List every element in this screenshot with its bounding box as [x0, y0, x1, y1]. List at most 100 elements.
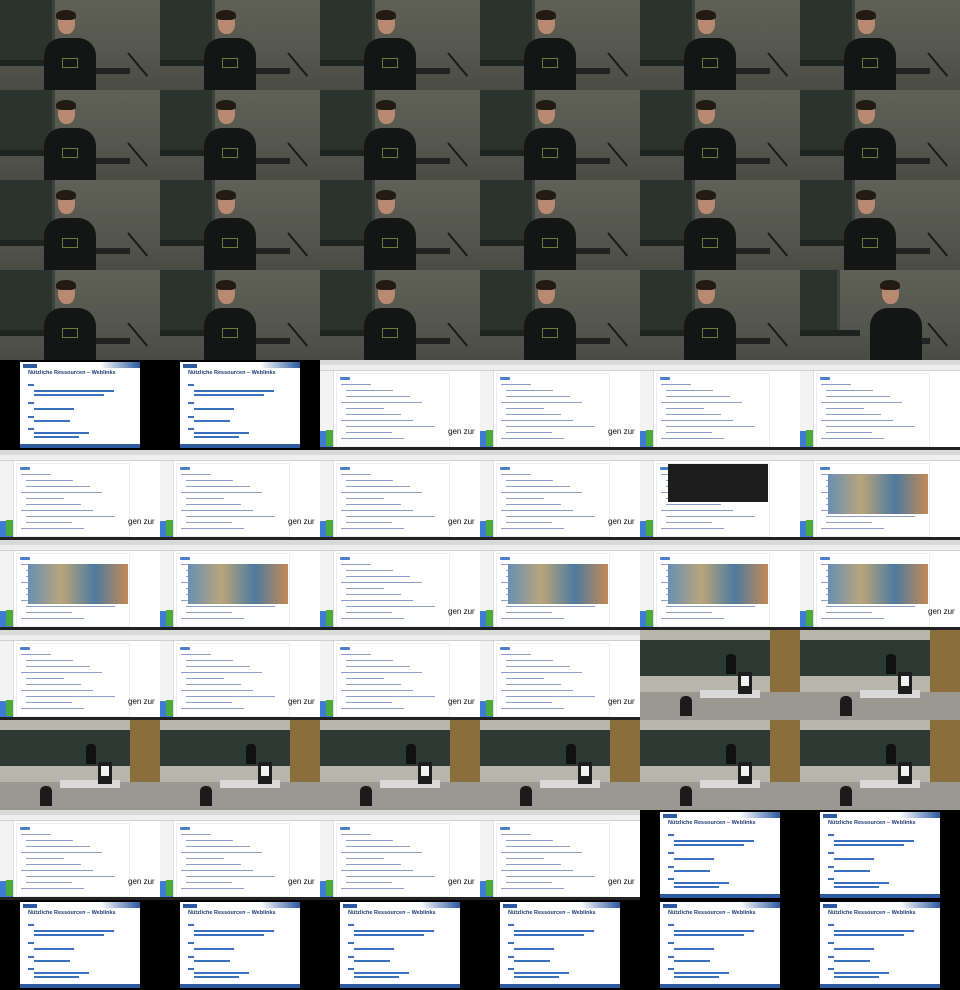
- site-logo: [20, 467, 30, 470]
- slide-text-line: [674, 948, 714, 950]
- slide-text-line: [508, 942, 514, 944]
- tab-bar: [0, 545, 160, 551]
- lectern: [890, 68, 930, 74]
- speaker-frame: [320, 90, 480, 180]
- browser-frame: gen zur: [160, 810, 320, 900]
- speaker-frame: [800, 0, 960, 90]
- text-line: [666, 522, 712, 523]
- tab-bar: [160, 545, 320, 551]
- slide-text-line: [674, 858, 714, 860]
- lectern: [890, 248, 930, 254]
- tab-bar: [480, 365, 640, 371]
- slide-corner-graphic: [100, 902, 140, 908]
- overlay-text: gen zur: [128, 517, 155, 526]
- browser-frame: gen zur: [320, 450, 480, 540]
- site-logo: [340, 377, 350, 380]
- text-line: [506, 702, 552, 703]
- overlay-text: gen zur: [928, 607, 955, 616]
- microphone: [927, 52, 949, 77]
- text-line: [346, 696, 435, 697]
- slide-text-line: [674, 960, 710, 962]
- text-line: [181, 528, 244, 529]
- site-logo: [340, 827, 350, 830]
- browser-frame: gen zur: [800, 540, 960, 630]
- green-marker: [6, 880, 13, 896]
- slide-logo: [823, 814, 837, 818]
- slide-bottom-bar: [820, 984, 940, 988]
- green-marker: [486, 700, 493, 716]
- speaker-frame: [320, 0, 480, 90]
- microphone: [767, 232, 789, 257]
- chalkboard: [640, 730, 770, 766]
- slide-text-line: [34, 976, 79, 978]
- slide-text-line: [188, 956, 194, 958]
- hair: [216, 280, 236, 290]
- text-line: [506, 408, 544, 409]
- text-line: [341, 852, 422, 853]
- world-map-image: [28, 564, 128, 604]
- slide-text-line: [348, 924, 354, 926]
- logo: [382, 328, 398, 338]
- slide-page: Nützliche Ressourcen – Weblinks: [660, 902, 780, 988]
- overlay-text: gen zur: [608, 427, 635, 436]
- display-screen: [898, 672, 912, 694]
- text-line: [661, 420, 733, 421]
- lectern: [730, 68, 770, 74]
- text-line: [346, 594, 401, 595]
- text-line: [181, 654, 211, 655]
- text-line: [26, 498, 64, 499]
- text-line: [186, 660, 233, 661]
- slide-frame: Nützliche Ressourcen – Weblinks: [160, 360, 320, 450]
- text-line: [666, 426, 755, 427]
- lectern: [410, 158, 450, 164]
- slide-page: Nützliche Ressourcen – Weblinks: [20, 902, 140, 988]
- lectern: [570, 158, 610, 164]
- text-line: [181, 708, 244, 709]
- text-line: [501, 438, 564, 439]
- text-line: [666, 390, 713, 391]
- text-line: [186, 606, 275, 607]
- text-line: [826, 414, 881, 415]
- slide-text-line: [194, 394, 264, 396]
- green-marker: [486, 610, 493, 626]
- text-line: [21, 618, 84, 619]
- microphone: [767, 322, 789, 347]
- slide-logo: [663, 814, 677, 818]
- text-line: [26, 678, 64, 679]
- hair: [856, 10, 876, 20]
- text-line: [346, 876, 435, 877]
- slide-text-line: [194, 420, 230, 422]
- logo: [382, 148, 398, 158]
- text-line: [346, 486, 410, 487]
- text-line: [501, 492, 582, 493]
- text-line: [181, 672, 262, 673]
- logo: [382, 58, 398, 68]
- world-map-image: [188, 564, 288, 604]
- text-line: [346, 882, 392, 883]
- site-logo: [500, 377, 510, 380]
- green-marker: [486, 430, 493, 446]
- web-page: [336, 553, 450, 627]
- slide-text-line: [28, 384, 34, 386]
- text-line: [26, 612, 72, 613]
- hair: [536, 10, 556, 20]
- text-line: [501, 672, 582, 673]
- slide-text-line: [28, 968, 34, 970]
- text-line: [826, 432, 872, 433]
- slide-title: Nützliche Ressourcen – Weblinks: [28, 910, 116, 916]
- browser-frame: gen zur: [320, 360, 480, 450]
- overlay-text: gen zur: [608, 877, 635, 886]
- text-line: [506, 660, 553, 661]
- hair: [56, 280, 76, 290]
- text-line: [341, 654, 371, 655]
- logo: [62, 238, 78, 248]
- slide-page: Nützliche Ressourcen – Weblinks: [500, 902, 620, 988]
- text-line: [26, 864, 81, 865]
- slide-logo: [23, 364, 37, 368]
- site-logo: [20, 557, 30, 560]
- text-line: [506, 858, 544, 859]
- slide-text-line: [28, 956, 34, 958]
- text-line: [21, 708, 84, 709]
- audience-figure: [360, 786, 372, 806]
- text-line: [26, 522, 72, 523]
